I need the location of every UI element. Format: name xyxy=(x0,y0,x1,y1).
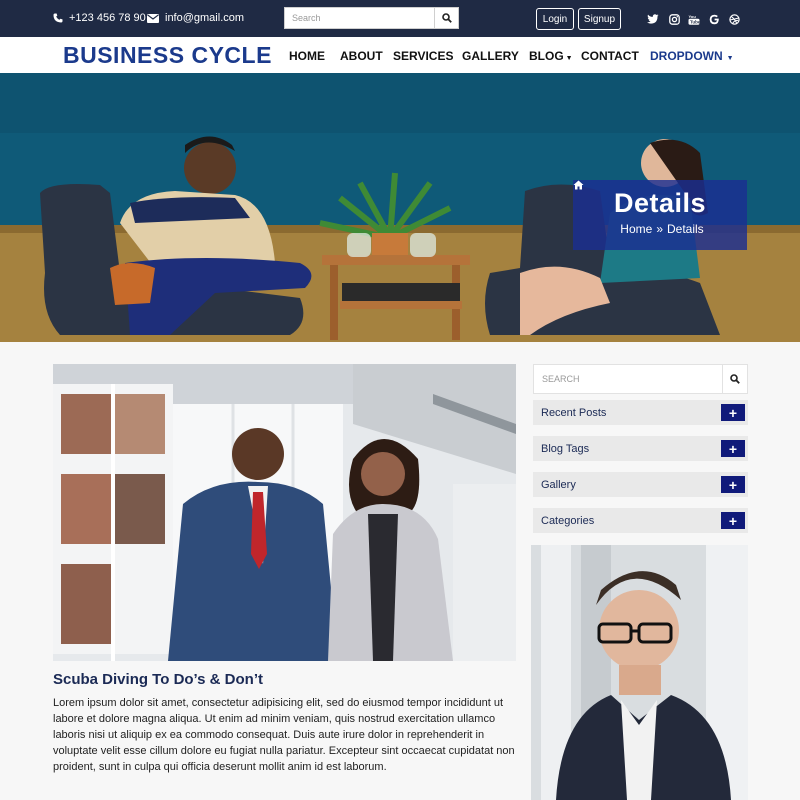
section-label: Categories xyxy=(541,514,595,527)
post-body: Lorem ipsum dolor sit amet, consectetur … xyxy=(53,697,515,773)
envelope-icon xyxy=(147,13,159,23)
caret-down-icon: ▼ xyxy=(724,55,734,62)
hero-title-box: Details Home » Details xyxy=(573,180,747,250)
sidebar-search-button[interactable] xyxy=(723,365,747,393)
nav-item-blog-label: BLOG xyxy=(529,49,564,63)
top-search-input[interactable] xyxy=(284,7,434,29)
breadcrumb-separator-icon: » xyxy=(656,222,663,236)
sidebar-profile-image xyxy=(531,545,748,800)
dribbble-icon[interactable] xyxy=(727,12,741,26)
sidebar-section-gallery[interactable]: Gallery + xyxy=(533,472,748,497)
sidebar-section-recent-posts[interactable]: Recent Posts + xyxy=(533,400,748,425)
nav-item-blog[interactable]: BLOG ▼ xyxy=(529,49,573,63)
top-search-button[interactable] xyxy=(434,7,459,29)
twitter-icon[interactable] xyxy=(646,12,660,26)
breadcrumb: Home » Details xyxy=(573,180,747,236)
breadcrumb-current: Details xyxy=(667,222,704,236)
hero-banner: Details Home » Details xyxy=(0,73,800,342)
section-label: Recent Posts xyxy=(541,406,607,419)
sidebar-search-input[interactable] xyxy=(534,365,724,393)
nav-item-about[interactable]: ABOUT xyxy=(340,49,383,63)
phone-number: +123 456 78 90 xyxy=(69,12,146,24)
section-label: Blog Tags xyxy=(541,442,590,455)
plus-icon[interactable]: + xyxy=(721,440,745,457)
hero-title: Details xyxy=(613,188,707,218)
top-bar: +123 456 78 90 info@gmail.com Login Sign… xyxy=(0,0,800,37)
plus-icon[interactable]: + xyxy=(721,512,745,529)
caret-down-icon: ▼ xyxy=(565,55,573,62)
sidebar-section-blog-tags[interactable]: Blog Tags + xyxy=(533,436,748,461)
nav-item-dropdown-label: DROPDOWN xyxy=(650,49,723,63)
top-search xyxy=(284,7,459,29)
contact-email[interactable]: info@gmail.com xyxy=(147,10,244,26)
profile-photo xyxy=(531,545,748,800)
plus-icon[interactable]: + xyxy=(721,404,745,421)
search-icon xyxy=(441,13,452,23)
plus-icon[interactable]: + xyxy=(721,476,745,493)
svg-text:You: You xyxy=(689,14,697,19)
nav-item-gallery[interactable]: GALLERY xyxy=(462,49,519,63)
nav-item-dropdown[interactable]: DROPDOWN ▼ xyxy=(650,49,734,63)
contact-phone[interactable]: +123 456 78 90 xyxy=(53,10,146,26)
nav-item-services[interactable]: SERVICES xyxy=(393,49,453,63)
breadcrumb-home[interactable]: Home xyxy=(620,222,652,236)
youtube-icon[interactable]: You Tube xyxy=(687,12,701,26)
google-icon[interactable] xyxy=(707,12,721,26)
nav-item-home[interactable]: HOME xyxy=(289,49,325,63)
svg-text:Tube: Tube xyxy=(690,19,700,24)
post-image xyxy=(53,364,516,661)
phone-icon xyxy=(53,13,63,23)
post-photo xyxy=(53,364,516,661)
brand-logo[interactable]: BUSINESS CYCLE xyxy=(63,42,272,69)
nav-item-contact[interactable]: CONTACT xyxy=(581,49,639,63)
email-address: info@gmail.com xyxy=(165,12,245,24)
post-title: Scuba Diving To Do’s & Don’t xyxy=(53,671,263,688)
signup-button[interactable]: Signup xyxy=(578,8,621,30)
main-navbar: BUSINESS CYCLE HOME ABOUT SERVICES GALLE… xyxy=(0,37,800,73)
section-label: Gallery xyxy=(541,478,576,491)
sidebar-section-categories[interactable]: Categories + xyxy=(533,508,748,533)
search-icon xyxy=(730,374,740,384)
instagram-icon[interactable] xyxy=(667,12,681,26)
login-button[interactable]: Login xyxy=(536,8,574,30)
sidebar-search xyxy=(533,364,748,394)
